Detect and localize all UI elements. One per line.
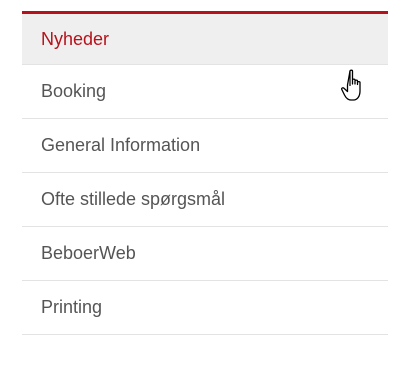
menu-item-faq[interactable]: Ofte stillede spørgsmål bbox=[22, 173, 388, 227]
menu-item-printing[interactable]: Printing bbox=[22, 281, 388, 335]
menu-item-label: Booking bbox=[41, 81, 107, 101]
menu-item-label: Ofte stillede spørgsmål bbox=[41, 189, 226, 209]
menu-item-label: BeboerWeb bbox=[41, 243, 136, 263]
menu-item-label: General Information bbox=[41, 135, 201, 155]
menu-item-nyheder[interactable]: Nyheder bbox=[22, 14, 388, 65]
menu-item-general-information[interactable]: General Information bbox=[22, 119, 388, 173]
menu-item-booking[interactable]: Booking bbox=[22, 65, 388, 119]
menu-item-label: Printing bbox=[41, 297, 103, 317]
menu-item-beboerweb[interactable]: BeboerWeb bbox=[22, 227, 388, 281]
menu-item-label: Nyheder bbox=[41, 28, 110, 49]
side-menu: Nyheder Booking General Information Ofte… bbox=[22, 11, 388, 335]
